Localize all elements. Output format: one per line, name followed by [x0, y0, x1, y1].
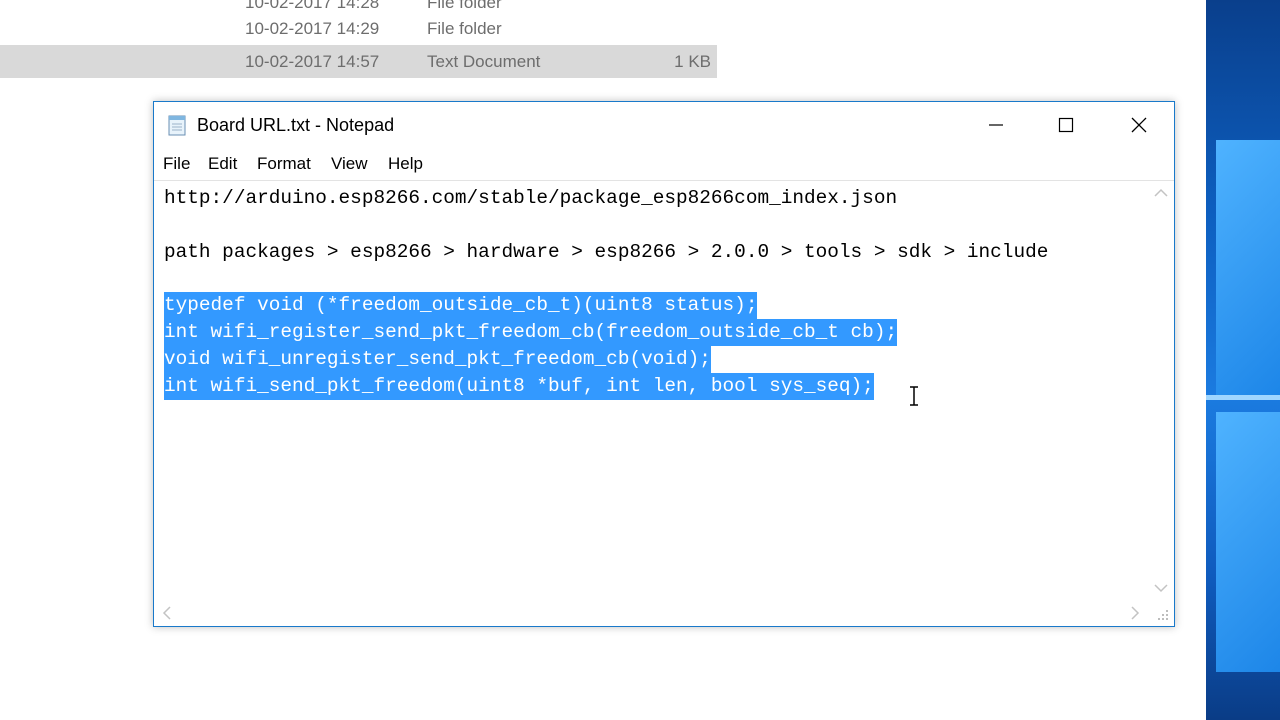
file-size: 1 KB — [674, 52, 711, 71]
window-title: Board URL.txt - Notepad — [197, 115, 395, 135]
resize-grip-icon[interactable] — [1148, 600, 1174, 626]
maximize-button[interactable] — [1031, 102, 1101, 148]
file-row-selected[interactable]: 10-02-2017 14:57 Text Document 1 KB — [0, 45, 717, 78]
minimize-icon — [989, 124, 1003, 126]
wallpaper-pane — [1216, 140, 1280, 395]
selected-text-line: int wifi_register_send_pkt_freedom_cb(fr… — [164, 319, 898, 346]
menu-file[interactable]: File — [163, 154, 190, 174]
menu-help[interactable]: Help — [388, 154, 423, 174]
horizontal-scrollbar[interactable] — [154, 600, 1148, 626]
file-row[interactable]: 10-02-2017 14:29 File folder — [0, 12, 717, 45]
file-type: File folder — [427, 19, 502, 38]
text-cursor-icon — [908, 385, 920, 407]
notepad-window[interactable]: Board URL.txt - Notepad File Edit Format… — [153, 101, 1175, 627]
desktop-wallpaper — [1206, 0, 1280, 720]
menu-bar: File Edit Format View Help — [154, 148, 1174, 180]
menu-edit[interactable]: Edit — [208, 154, 237, 174]
scroll-left-icon[interactable] — [162, 606, 172, 623]
vertical-scrollbar[interactable] — [1148, 181, 1174, 600]
wallpaper-pane — [1216, 412, 1280, 672]
text-editor[interactable]: http://arduino.esp8266.com/stable/packag… — [154, 180, 1174, 626]
minimize-button[interactable] — [961, 102, 1031, 148]
text-line: path packages > esp8266 > hardware > esp… — [164, 241, 1049, 263]
menu-view[interactable]: View — [331, 154, 368, 174]
notepad-icon — [167, 114, 187, 136]
text-line: http://arduino.esp8266.com/stable/packag… — [164, 187, 898, 209]
scroll-down-icon[interactable] — [1154, 580, 1168, 596]
scroll-up-icon[interactable] — [1154, 185, 1168, 201]
wallpaper-line — [1206, 395, 1280, 400]
scroll-right-icon[interactable] — [1130, 606, 1140, 623]
close-button[interactable] — [1104, 102, 1174, 148]
file-date: 10-02-2017 14:29 — [245, 19, 380, 38]
selected-text-line: int wifi_send_pkt_freedom(uint8 *buf, in… — [164, 373, 874, 400]
menu-format[interactable]: Format — [257, 154, 311, 174]
selected-text-line: void wifi_unregister_send_pkt_freedom_cb… — [164, 346, 711, 373]
title-bar[interactable]: Board URL.txt - Notepad — [154, 102, 1174, 148]
file-type: Text Document — [427, 52, 541, 71]
close-icon — [1131, 117, 1147, 133]
selected-text-line: typedef void (*freedom_outside_cb_t)(uin… — [164, 292, 758, 319]
file-date: 10-02-2017 14:57 — [245, 52, 380, 71]
maximize-icon — [1058, 117, 1074, 133]
